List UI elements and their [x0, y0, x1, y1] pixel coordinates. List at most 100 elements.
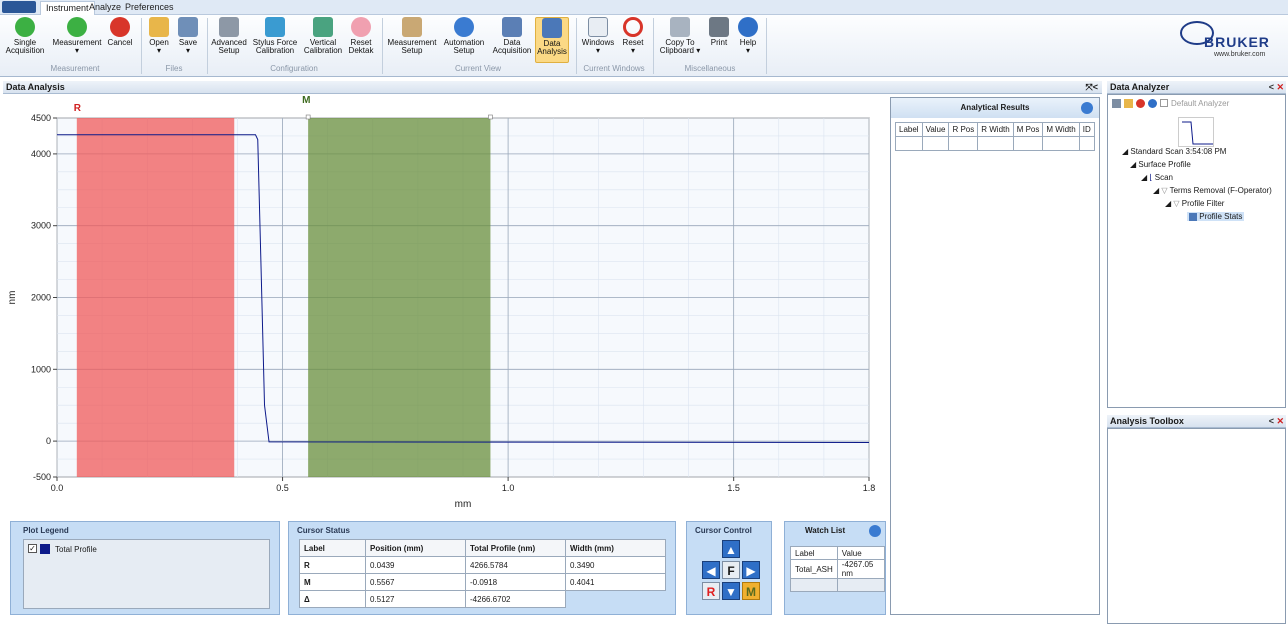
- focus-f-button[interactable]: F: [722, 561, 740, 579]
- table-row: M 0.5567 -0.0918 0.4041: [299, 573, 666, 591]
- ar-empty-cell: [895, 136, 923, 151]
- tab-preferences[interactable]: Preferences: [120, 1, 179, 15]
- ar-column-header[interactable]: ID: [1078, 122, 1095, 137]
- reset-dektak-button[interactable]: Reset Dektak: [347, 17, 375, 55]
- group-current-windows: Current Windows: [583, 64, 645, 73]
- open-button[interactable]: Open ▾: [146, 17, 172, 55]
- default-analyzer-label: Default Analyzer: [1171, 99, 1230, 108]
- cancel-button[interactable]: Cancel: [106, 17, 134, 47]
- y-tick-label: 2000: [31, 293, 51, 303]
- data-analyzer-title: Data Analyzer < ✕: [1107, 81, 1286, 94]
- analyzer-info-icon[interactable]: [1148, 99, 1157, 108]
- copy-to-clipboard-button[interactable]: Copy To Clipboard ▾: [657, 17, 703, 55]
- legend-checkbox[interactable]: ✓: [28, 544, 37, 553]
- data-analysis-button[interactable]: Data Analysis: [535, 17, 569, 63]
- move-right-button[interactable]: ▶: [742, 561, 760, 579]
- scan-icon: ⌊: [1149, 173, 1153, 182]
- analyzer-tool-icon[interactable]: [1112, 99, 1121, 108]
- group-files: Files: [165, 64, 183, 73]
- ar-column-header[interactable]: M Width: [1042, 122, 1080, 137]
- settings-gear-icon[interactable]: [1081, 102, 1093, 114]
- y-tick-label: 4000: [31, 149, 51, 159]
- cursor-control-box: Cursor Control ▲ ◀ F ▶ R ▼ M: [686, 521, 772, 615]
- tree-scan[interactable]: ◢ ⌊ Scan: [1141, 173, 1173, 182]
- watch-settings-gear-icon[interactable]: [869, 525, 881, 537]
- stats-icon: [1189, 212, 1197, 221]
- tree-standard-scan[interactable]: ◢ Standard Scan 3:54:08 PM: [1122, 147, 1226, 156]
- default-analyzer-checkbox[interactable]: [1160, 99, 1168, 107]
- collapse-icon[interactable]: <: [1269, 81, 1274, 94]
- cursor-control-title: Cursor Control: [693, 526, 754, 535]
- sparkle-icon: [351, 17, 371, 37]
- m-cursor-region[interactable]: [308, 118, 491, 477]
- gear-globe-icon: [454, 17, 474, 37]
- tree-profile-stats[interactable]: Profile Stats: [1187, 212, 1245, 221]
- single-acquisition-button[interactable]: Single Acquisition: [5, 17, 45, 55]
- tree-surface-profile[interactable]: ◢ Surface Profile: [1130, 160, 1191, 169]
- measurement-setup-button[interactable]: Measurement Setup: [386, 17, 438, 55]
- col-total-profile[interactable]: Total Profile (nm): [465, 539, 566, 557]
- stylus-force-calibration-button[interactable]: Stylus Force Calibration: [252, 17, 298, 55]
- y-axis-label: nm: [7, 291, 18, 305]
- close-icon[interactable]: ✕: [1276, 415, 1284, 428]
- application-menu-button[interactable]: [2, 1, 36, 13]
- ar-column-header[interactable]: R Pos: [948, 122, 979, 137]
- measurement-button[interactable]: Measurement ▾: [50, 17, 104, 55]
- data-acquisition-button[interactable]: Data Acquisition: [490, 17, 534, 55]
- stylus-icon: [265, 17, 285, 37]
- move-down-button[interactable]: ▼: [722, 582, 740, 600]
- group-miscellaneous: Miscellaneous: [684, 64, 736, 73]
- advanced-setup-button[interactable]: Advanced Setup: [211, 17, 247, 55]
- r-cursor-region[interactable]: [76, 118, 235, 477]
- ar-column-header[interactable]: M Pos: [1012, 122, 1044, 137]
- profile-chart[interactable]: R M 0.0 0.5 1.0 1.5 1.8 4500 4000 3000 2000 1000 0 -5…: [3, 94, 887, 514]
- close-icon[interactable]: ✕: [1276, 81, 1284, 94]
- vertical-calibration-button[interactable]: Vertical Calibration: [301, 17, 345, 55]
- help-button[interactable]: Help ▾: [735, 17, 761, 55]
- vertical-arrows-icon: [313, 17, 333, 37]
- m-cursor-label[interactable]: M: [302, 95, 310, 106]
- select-r-cursor-button[interactable]: R: [702, 582, 720, 600]
- x-tick-label: 0.0: [51, 483, 64, 493]
- analyzer-refresh-icon[interactable]: [1136, 99, 1145, 108]
- ar-empty-cell: [948, 136, 979, 151]
- bruker-url: www.bruker.com: [1214, 51, 1266, 58]
- panel-dock-icon[interactable]: ⤧<: [1086, 81, 1098, 94]
- ar-column-header[interactable]: R Width: [977, 122, 1014, 137]
- automation-setup-button[interactable]: Automation Setup: [441, 17, 487, 55]
- legend-list: ✓ Total Profile: [23, 539, 270, 609]
- print-button[interactable]: Print: [706, 17, 732, 47]
- analysis-toolbox-panel: [1107, 428, 1286, 624]
- reset-windows-button[interactable]: Reset ▾: [619, 17, 647, 55]
- ar-empty-cell: [1012, 136, 1044, 151]
- move-up-button[interactable]: ▲: [722, 540, 740, 558]
- analysis-chart-icon: [542, 18, 562, 38]
- waveform-icon: [502, 17, 522, 37]
- windows-button[interactable]: Windows ▾: [580, 17, 616, 55]
- ar-column-header[interactable]: Label: [895, 122, 923, 137]
- clipboard-icon: [670, 17, 690, 37]
- r-cursor-label[interactable]: R: [74, 103, 82, 114]
- select-m-cursor-button[interactable]: M: [742, 582, 760, 600]
- m-cursor-handle[interactable]: [488, 114, 493, 120]
- y-tick-label: -500: [33, 472, 51, 482]
- analytical-results-title: Analytical Results: [891, 98, 1099, 118]
- m-cursor-handle[interactable]: [305, 114, 311, 120]
- analyzer-open-icon[interactable]: [1124, 99, 1133, 108]
- save-button[interactable]: Save ▾: [175, 17, 201, 55]
- tree-profile-filter[interactable]: ◢ ▽ Profile Filter: [1165, 199, 1224, 208]
- data-analyzer-panel: Default Analyzer ◢ Standard Scan 3:54:08…: [1107, 94, 1286, 408]
- collapse-icon[interactable]: <: [1269, 415, 1274, 428]
- cancel-icon: [110, 17, 130, 37]
- legend-label: Total Profile: [55, 545, 97, 554]
- y-tick-label: 0: [46, 436, 51, 446]
- ar-column-header[interactable]: Value: [921, 122, 950, 137]
- move-left-button[interactable]: ◀: [702, 561, 720, 579]
- x-tick-label: 0.5: [276, 483, 289, 493]
- col-position: Position (mm): [365, 539, 466, 557]
- tree-terms-removal[interactable]: ◢ ▽ Terms Removal (F-Operator): [1153, 186, 1272, 195]
- printer-icon: [709, 17, 729, 37]
- filter-icon: ▽: [1173, 199, 1180, 208]
- ar-empty-cell: [921, 136, 950, 151]
- analytical-results-panel: Analytical Results Label Value R Pos R Widt…: [890, 97, 1100, 615]
